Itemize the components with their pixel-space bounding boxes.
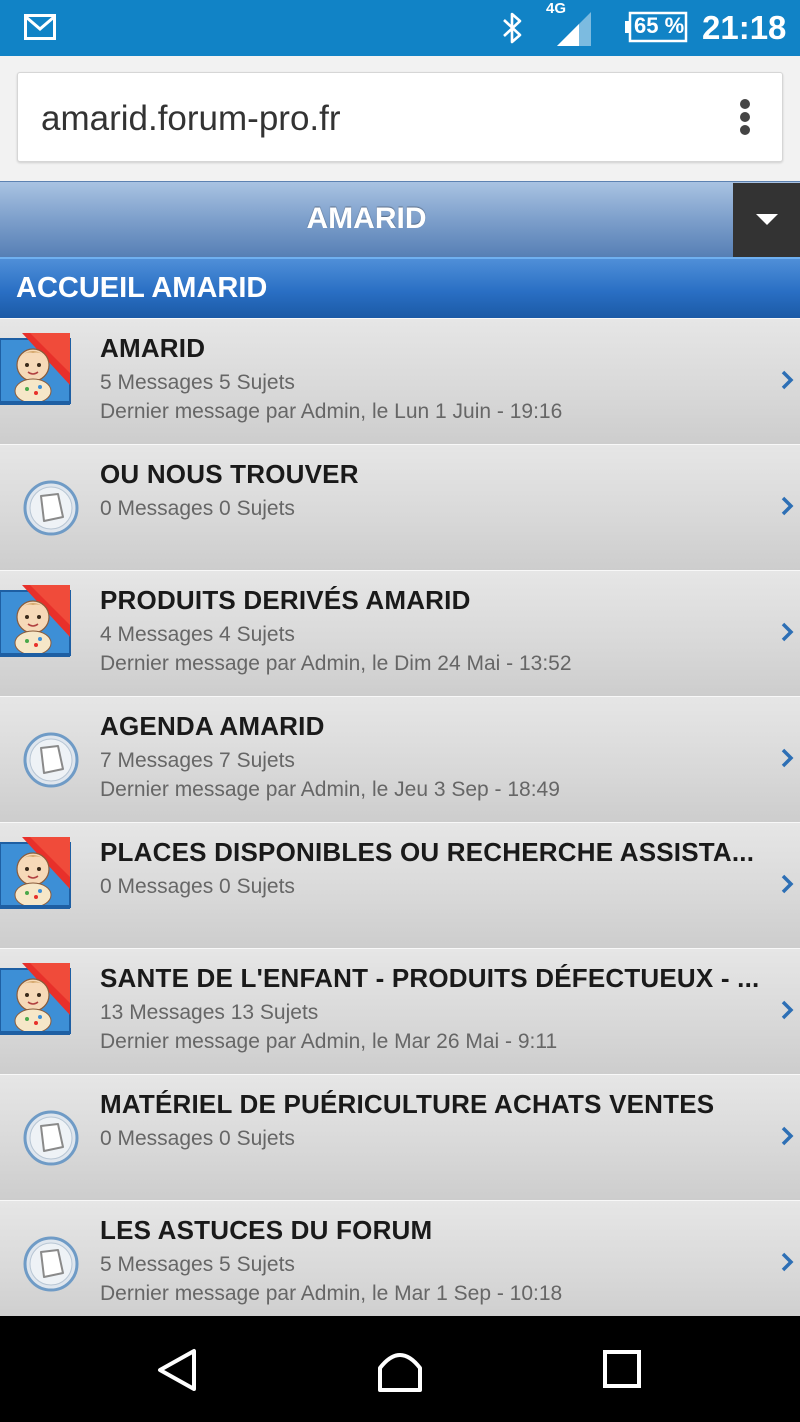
baby-forum-icon <box>0 963 72 1037</box>
forum-stats: 7 Messages 7 Sujets <box>100 749 295 772</box>
site-header: AMARID <box>0 181 800 257</box>
browser-toolbar: amarid.forum-pro.fr <box>0 56 800 181</box>
site-title[interactable]: AMARID <box>0 202 733 236</box>
forum-row[interactable]: PLACES DISPONIBLES OU RECHERCHE ASSISTA.… <box>0 822 800 949</box>
clock: 21:18 <box>702 9 787 46</box>
chevron-right-icon <box>781 496 794 516</box>
home-icon[interactable] <box>376 1346 424 1392</box>
caret-down-icon <box>756 214 778 225</box>
forum-row[interactable]: AMARID 5 Messages 5 Sujets Dernier messa… <box>0 318 800 445</box>
no-new-posts-icon <box>22 1109 80 1167</box>
chevron-right-icon <box>781 1126 794 1146</box>
forum-title[interactable]: OU NOUS TROUVER <box>100 459 770 490</box>
forum-last-post: Dernier message par Admin, le Jeu 3 Sep … <box>100 778 560 801</box>
address-bar[interactable]: amarid.forum-pro.fr <box>17 72 783 162</box>
forum-row[interactable]: PRODUITS DERIVÉS AMARID 4 Messages 4 Suj… <box>0 570 800 697</box>
forum-row[interactable]: MATÉRIEL DE PUÉRICULTURE ACHATS VENTES 0… <box>0 1074 800 1201</box>
no-new-posts-icon <box>22 479 80 537</box>
category-title[interactable]: ACCUEIL AMARID <box>16 272 267 305</box>
forum-title[interactable]: SANTE DE L'ENFANT - PRODUITS DÉFECTUEUX … <box>100 963 770 994</box>
forum-last-post: Dernier message par Admin, le Dim 24 Mai… <box>100 652 572 675</box>
no-new-posts-icon <box>22 1235 80 1293</box>
forum-stats: 0 Messages 0 Sujets <box>100 1127 295 1150</box>
forum-last-post: Dernier message par Admin, le Mar 26 Mai… <box>100 1030 558 1053</box>
chevron-right-icon <box>781 622 794 642</box>
back-icon[interactable] <box>156 1348 200 1392</box>
overflow-menu-icon[interactable] <box>738 99 752 139</box>
signal-icon <box>557 12 591 46</box>
chevron-right-icon <box>781 748 794 768</box>
url-text[interactable]: amarid.forum-pro.fr <box>41 99 341 139</box>
baby-forum-icon <box>0 333 72 407</box>
forum-title[interactable]: AMARID <box>100 333 770 364</box>
forum-title[interactable]: MATÉRIEL DE PUÉRICULTURE ACHATS VENTES <box>100 1089 770 1120</box>
forum-row[interactable]: AGENDA AMARID 7 Messages 7 Sujets Dernie… <box>0 696 800 823</box>
forum-stats: 4 Messages 4 Sujets <box>100 623 295 646</box>
baby-forum-icon <box>0 585 72 659</box>
forum-last-post: Dernier message par Admin, le Mar 1 Sep … <box>100 1282 563 1305</box>
chevron-right-icon <box>781 370 794 390</box>
forum-row[interactable]: SANTE DE L'ENFANT - PRODUITS DÉFECTUEUX … <box>0 948 800 1075</box>
category-header: ACCUEIL AMARID <box>0 257 800 318</box>
forum-list: AMARID 5 Messages 5 Sujets Dernier messa… <box>0 318 800 1316</box>
chevron-right-icon <box>781 1000 794 1020</box>
baby-forum-icon <box>0 837 72 911</box>
forum-title[interactable]: PLACES DISPONIBLES OU RECHERCHE ASSISTA.… <box>100 837 770 868</box>
no-new-posts-icon <box>22 731 80 789</box>
bluetooth-icon <box>503 12 522 44</box>
forum-stats: 0 Messages 0 Sujets <box>100 875 295 898</box>
chevron-right-icon <box>781 874 794 894</box>
chevron-right-icon <box>781 1252 794 1272</box>
system-nav-bar <box>0 1316 800 1422</box>
status-bar: 4G 65 % 21:18 <box>0 0 800 56</box>
forum-stats: 5 Messages 5 Sujets <box>100 1253 295 1276</box>
mail-icon <box>24 14 56 40</box>
battery-level: 65 % <box>634 13 685 38</box>
forum-stats: 5 Messages 5 Sujets <box>100 371 295 394</box>
forum-title[interactable]: PRODUITS DERIVÉS AMARID <box>100 585 770 616</box>
forum-last-post: Dernier message par Admin, le Lun 1 Juin… <box>100 400 563 423</box>
forum-stats: 13 Messages 13 Sujets <box>100 1001 319 1024</box>
menu-dropdown-button[interactable] <box>733 183 800 257</box>
forum-title[interactable]: AGENDA AMARID <box>100 711 770 742</box>
forum-row[interactable]: LES ASTUCES DU FORUM 5 Messages 5 Sujets… <box>0 1200 800 1316</box>
forum-row[interactable]: OU NOUS TROUVER 0 Messages 0 Sujets <box>0 444 800 571</box>
recents-icon[interactable] <box>603 1350 641 1388</box>
forum-stats: 0 Messages 0 Sujets <box>100 497 295 520</box>
forum-title[interactable]: LES ASTUCES DU FORUM <box>100 1215 770 1246</box>
